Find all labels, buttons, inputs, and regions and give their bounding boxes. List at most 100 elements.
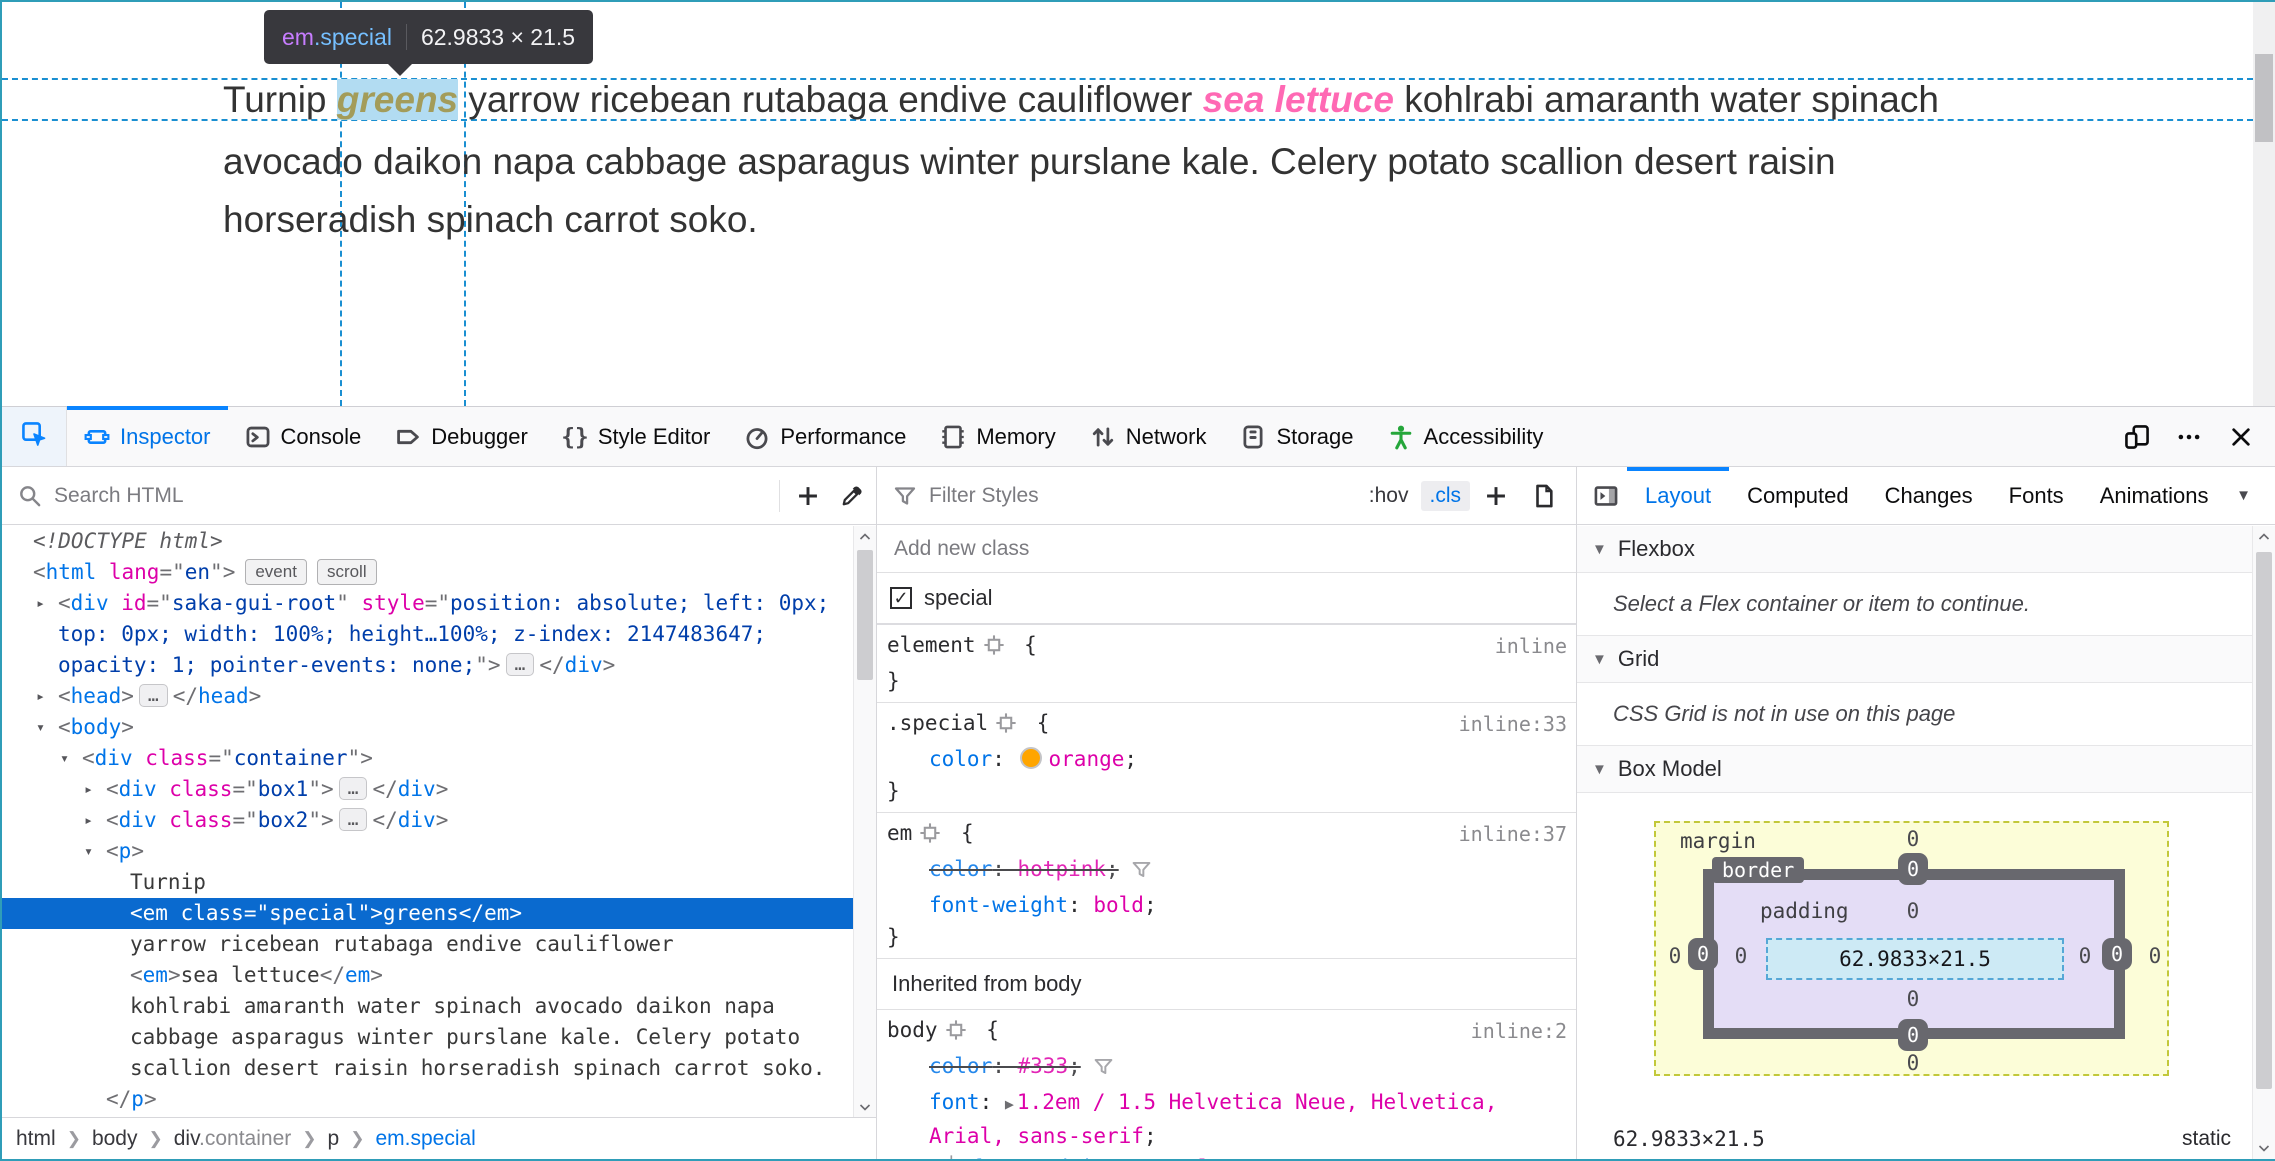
border-left-value[interactable]: 0 <box>1688 938 1718 970</box>
sidebar-tab-layout[interactable]: Layout <box>1627 467 1730 524</box>
twisty-collapsed-icon[interactable]: ▸ <box>84 805 93 836</box>
search-html-input[interactable] <box>52 482 773 509</box>
layout-scrollbar-thumb[interactable] <box>2256 552 2272 1089</box>
tab-debugger[interactable]: Debugger <box>378 407 545 466</box>
breadcrumb-item-body[interactable]: body <box>92 1127 138 1151</box>
all-tabs-chevron-icon[interactable]: ▼ <box>2236 467 2251 524</box>
dom-node-row[interactable]: kohlrabi amaranth water spinach avocado … <box>2 991 854 1084</box>
css-declaration[interactable]: font-weight: bold; <box>887 889 1566 921</box>
rule-source-link[interactable]: inline:2 <box>1471 1015 1567 1047</box>
eyedropper-button[interactable] <box>830 474 874 518</box>
breadcrumb-item-p[interactable]: p <box>328 1127 340 1151</box>
highlight-selector-icon[interactable] <box>983 633 1005 665</box>
dom-node-row[interactable]: ▸ <head>… </head> <box>2 681 854 712</box>
twisty-expanded-icon[interactable]: ▾ <box>36 712 45 743</box>
expand-sidebar-icon[interactable] <box>1585 467 1627 524</box>
css-declaration[interactable]: └ font-weight: normal; <box>887 1152 1566 1159</box>
padding-top-value[interactable]: 0 <box>1896 899 1930 923</box>
expand-inline-ellipsis[interactable]: … <box>505 653 535 676</box>
pseudo-class-toggle[interactable]: :hov <box>1361 481 1417 511</box>
rule-source-link[interactable]: inline <box>1495 630 1567 662</box>
dom-node-row-selected[interactable]: <em class="special">greens</em> <box>2 898 854 929</box>
breadcrumb-item-html[interactable]: html <box>16 1127 56 1151</box>
tab-accessibility[interactable]: Accessibility <box>1371 407 1561 466</box>
highlight-selector-icon[interactable] <box>919 821 941 853</box>
twisty-expanded-icon[interactable]: ▾ <box>84 836 93 867</box>
border-right-value[interactable]: 0 <box>2102 938 2132 970</box>
print-media-sim-icon[interactable] <box>1522 474 1566 518</box>
dom-node-row[interactable]: ▸ <div class="box1">… </div> <box>2 774 854 805</box>
padding-right-value[interactable]: 0 <box>2068 944 2102 968</box>
twisty-collapsed-icon[interactable]: ▸ <box>84 774 93 805</box>
css-rule[interactable]: inline:37 em {color: hotpink; font-weight:… <box>877 813 1576 959</box>
node-badge[interactable]: scroll <box>316 559 377 585</box>
sidebar-tab-animations[interactable]: Animations <box>2082 467 2216 524</box>
margin-bottom-value[interactable]: 0 <box>1896 1051 1930 1075</box>
breadcrumb-item-div.container[interactable]: div.container <box>174 1127 292 1151</box>
expand-inline-ellipsis[interactable]: … <box>338 808 368 831</box>
border-top-value[interactable]: 0 <box>1898 853 1928 885</box>
node-picker-button[interactable] <box>2 407 67 466</box>
css-rule[interactable]: inline:33 .special {color: orange;} <box>877 703 1576 813</box>
dom-node-row[interactable]: </p> <box>2 1084 854 1115</box>
box-model-margin-region[interactable]: 62.9833×21.5 margin border padding 0 0 0 0 0 0 0 0 0… <box>1654 821 2169 1076</box>
expand-shorthand-icon[interactable]: ▶ <box>1005 1095 1014 1113</box>
section-header-box-model[interactable]: ▼ Box Model <box>1577 746 2253 793</box>
highlight-selector-icon[interactable] <box>995 711 1017 743</box>
margin-left-value[interactable]: 0 <box>1658 944 1692 968</box>
tab-style-editor[interactable]: {} Style Editor <box>545 407 728 466</box>
css-rule[interactable]: inline:2 body {color: #333; font: ▶ 1.2em /… <box>877 1010 1576 1159</box>
scroll-up-icon[interactable] <box>854 526 876 548</box>
dom-node-row[interactable]: ▾ <body> <box>2 712 854 743</box>
border-bottom-value[interactable]: 0 <box>1898 1019 1928 1051</box>
page-scrollbar-thumb[interactable] <box>2255 54 2273 142</box>
markup-scrollbar-thumb[interactable] <box>857 550 873 680</box>
responsive-design-mode-button[interactable] <box>2115 415 2159 459</box>
dom-node-row[interactable]: <em>sea lettuce</em> <box>2 960 854 991</box>
sidebar-tab-changes[interactable]: Changes <box>1867 467 1991 524</box>
css-declaration[interactable]: color: hotpink; <box>887 853 1566 889</box>
dom-node-row[interactable]: ▸ <div id="saka-gui-root" style="position… <box>2 588 854 681</box>
add-rule-button[interactable] <box>1474 474 1518 518</box>
highlight-selector-icon[interactable] <box>945 1018 967 1050</box>
layout-scrollbar[interactable] <box>2252 526 2275 1159</box>
overridden-filter-icon[interactable] <box>1131 857 1152 889</box>
scroll-up-icon[interactable] <box>2253 526 2275 548</box>
tab-network[interactable]: Network <box>1073 407 1224 466</box>
padding-bottom-value[interactable]: 0 <box>1896 987 1930 1011</box>
css-declaration[interactable]: color: #333; <box>887 1050 1566 1086</box>
twisty-collapsed-icon[interactable]: ▸ <box>36 588 45 619</box>
color-swatch[interactable] <box>1019 747 1042 769</box>
tab-inspector[interactable]: Inspector <box>67 406 228 466</box>
scroll-down-icon[interactable] <box>854 1096 876 1118</box>
section-header-flexbox[interactable]: ▼ Flexbox <box>1577 526 2253 573</box>
dom-node-row[interactable]: ▾ <div class="container"> <box>2 743 854 774</box>
dom-node-row[interactable]: ▸ <div class="box2">… </div> <box>2 805 854 836</box>
tab-storage[interactable]: Storage <box>1223 407 1370 466</box>
twisty-collapsed-icon[interactable]: ▸ <box>36 681 45 712</box>
breadcrumb-item-em.special[interactable]: em.special <box>375 1127 475 1151</box>
css-declaration[interactable]: font: ▶ 1.2em / 1.5 Helvetica Neue, Helve… <box>887 1086 1566 1152</box>
class-checkbox[interactable]: ✓ <box>890 587 912 609</box>
overridden-filter-icon[interactable] <box>1093 1054 1114 1086</box>
section-header-grid[interactable]: ▼ Grid <box>1577 636 2253 683</box>
dom-node-row[interactable]: ▾ <p> <box>2 836 854 867</box>
expand-inline-ellipsis[interactable]: … <box>138 684 168 707</box>
add-new-class-input[interactable] <box>892 536 1561 562</box>
node-badge[interactable]: event <box>245 559 307 585</box>
dom-node-row[interactable]: <html lang="en"> event scroll <box>2 557 854 588</box>
filter-styles-input[interactable] <box>927 482 1361 509</box>
tab-console[interactable]: Console <box>228 407 379 466</box>
tab-memory[interactable]: Memory <box>923 407 1072 466</box>
dom-node-row[interactable]: <!DOCTYPE html> <box>2 526 854 557</box>
dom-node-row[interactable]: yarrow ricebean rutabaga endive cauliflo… <box>2 929 854 960</box>
tab-performance[interactable]: Performance <box>727 407 923 466</box>
padding-left-value[interactable]: 0 <box>1724 944 1758 968</box>
scroll-down-icon[interactable] <box>2253 1137 2275 1159</box>
rule-source-link[interactable]: inline:33 <box>1459 708 1567 740</box>
dom-node-row[interactable]: Turnip <box>2 867 854 898</box>
twisty-expanded-icon[interactable]: ▾ <box>60 743 69 774</box>
sidebar-tab-computed[interactable]: Computed <box>1729 467 1867 524</box>
devtools-menu-button[interactable] <box>2167 415 2211 459</box>
page-scrollbar[interactable] <box>2253 2 2275 406</box>
